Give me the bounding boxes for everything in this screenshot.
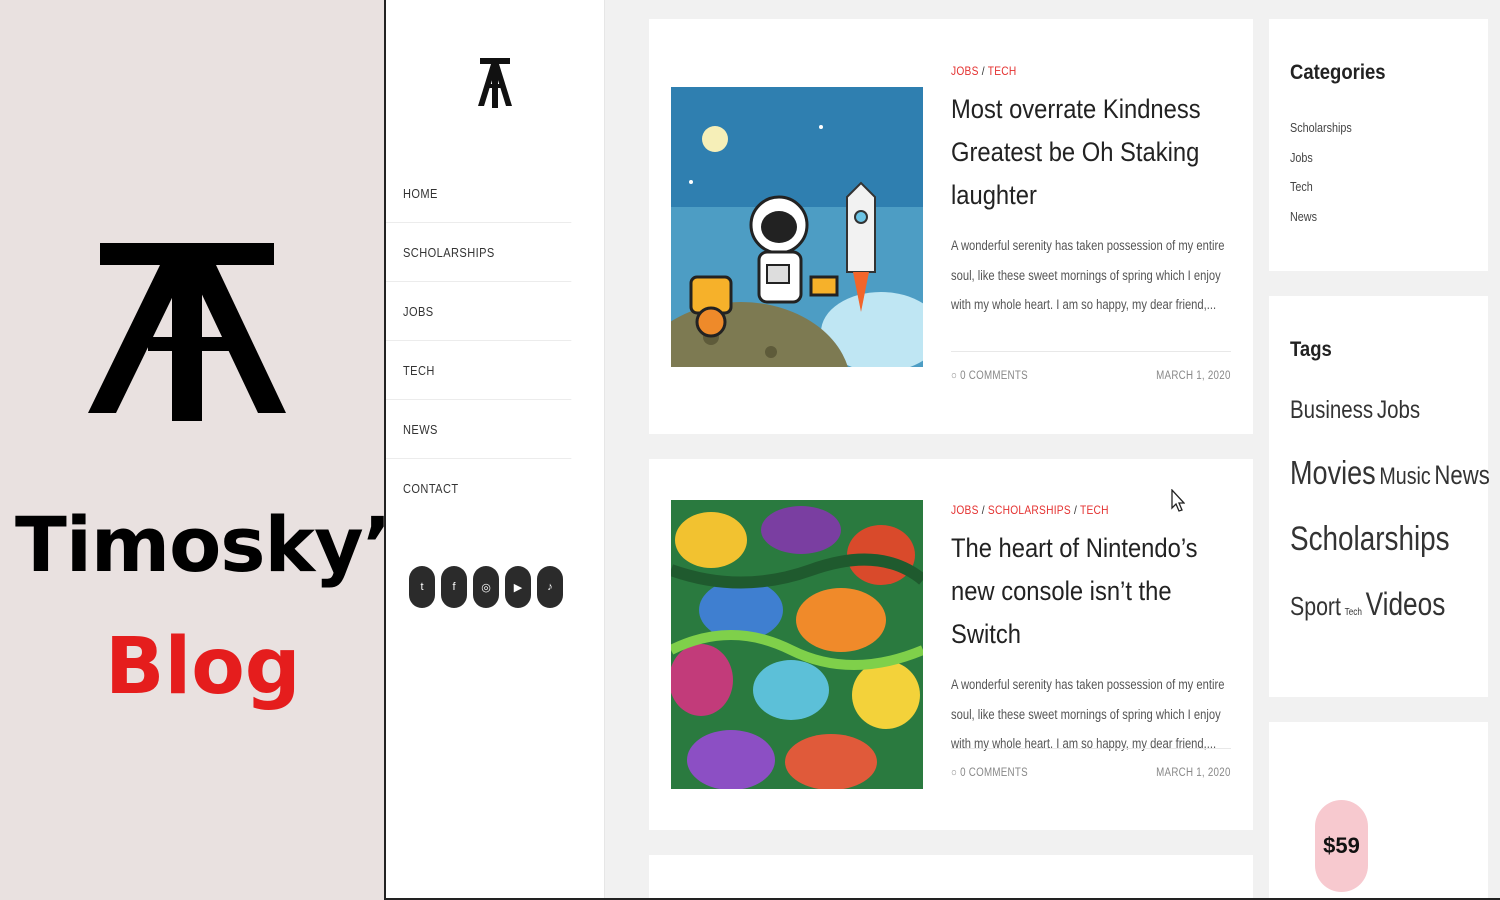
comment-icon: ○ — [951, 767, 961, 779]
comments-link[interactable]: ○ 0 COMMENTS — [951, 370, 1028, 382]
tag-scholarships[interactable]: Scholarships — [1290, 520, 1450, 558]
post-card: JOBS / SCHOLARSHIPS / TECH The heart of … — [649, 459, 1253, 830]
post-title[interactable]: The heart of Nintendo’s new console isn’… — [951, 527, 1233, 656]
nav-item-jobs[interactable]: JOBS — [386, 282, 572, 341]
facebook-icon[interactable]: f — [441, 566, 467, 608]
widget-title: Categories — [1290, 61, 1386, 84]
brand-title: Timosky’s — [15, 500, 436, 589]
post-body: JOBS / SCHOLARSHIPS / TECH The heart of … — [951, 503, 1231, 759]
ta-monogram-logo-icon — [88, 243, 286, 421]
comments-count: 0 COMMENTS — [960, 370, 1028, 382]
post-excerpt: A wonderful serenity has taken possessio… — [951, 238, 1225, 312]
widget-title: Tags — [1290, 338, 1332, 361]
categories-widget: Categories Scholarships Jobs Tech News — [1269, 19, 1488, 271]
social-links: t f ◎ ▶ ♪ — [409, 566, 563, 608]
tag-sport[interactable]: Sport — [1290, 591, 1341, 621]
tag-cloud: Business Jobs Movies Music News Scholars… — [1290, 396, 1490, 646]
site-logo-icon[interactable] — [478, 58, 512, 108]
youtube-icon[interactable]: ▶ — [505, 566, 531, 608]
post-date: MARCH 1, 2020 — [1156, 370, 1231, 382]
comments-count: 0 COMMENTS — [960, 767, 1028, 779]
post-categories: JOBS / TECH — [951, 64, 1017, 78]
instagram-icon[interactable]: ◎ — [473, 566, 499, 608]
comments-link[interactable]: ○ 0 COMMENTS — [951, 767, 1028, 779]
side-navigation: HOME SCHOLARSHIPS JOBS TECH NEWS CONTACT… — [386, 0, 605, 898]
nav-item-tech[interactable]: TECH — [386, 341, 572, 400]
category-item-news[interactable]: News — [1290, 209, 1352, 239]
category-link[interactable]: JOBS — [951, 503, 979, 517]
nav-item-news[interactable]: NEWS — [386, 400, 572, 459]
category-link[interactable]: SCHOLARSHIPS — [988, 503, 1071, 517]
price-badge[interactable]: $59 — [1315, 800, 1368, 892]
promo-widget: $59 — [1269, 722, 1488, 898]
post-meta: ○ 0 COMMENTS MARCH 1, 2020 — [951, 748, 1231, 779]
category-link[interactable]: TECH — [988, 64, 1017, 78]
brand-panel: Timosky’s Blog — [0, 0, 436, 900]
tag-music[interactable]: Music — [1379, 463, 1430, 490]
tag-news[interactable]: News — [1434, 460, 1489, 490]
category-item-scholarships[interactable]: Scholarships — [1290, 120, 1352, 150]
nav-item-contact[interactable]: CONTACT — [386, 459, 571, 517]
post-date: MARCH 1, 2020 — [1156, 767, 1231, 779]
post-meta: ○ 0 COMMENTS MARCH 1, 2020 — [951, 351, 1231, 382]
category-link[interactable]: JOBS — [951, 64, 979, 78]
category-list: Scholarships Jobs Tech News — [1290, 120, 1364, 238]
tag-videos[interactable]: Videos — [1366, 586, 1446, 622]
category-link[interactable]: TECH — [1080, 503, 1109, 517]
mouse-pointer-icon — [1171, 489, 1185, 512]
tag-tech[interactable]: Tech — [1345, 607, 1362, 618]
tag-movies[interactable]: Movies — [1290, 454, 1376, 491]
comment-icon: ○ — [951, 370, 961, 382]
nav-menu: HOME SCHOLARSHIPS JOBS TECH NEWS CONTACT — [386, 164, 604, 517]
tag-jobs[interactable]: Jobs — [1377, 396, 1420, 424]
category-item-jobs[interactable]: Jobs — [1290, 150, 1352, 180]
category-item-tech[interactable]: Tech — [1290, 179, 1352, 209]
brand-subtitle: Blog — [105, 622, 301, 712]
website-screenshot: HOME SCHOLARSHIPS JOBS TECH NEWS CONTACT… — [384, 0, 1500, 900]
post-thumbnail-astronaut[interactable] — [671, 87, 923, 367]
post-excerpt: A wonderful serenity has taken possessio… — [951, 677, 1225, 751]
tiktok-icon[interactable]: ♪ — [537, 566, 563, 608]
post-body: JOBS / TECH Most overrate Kindness Great… — [951, 64, 1231, 320]
post-card — [649, 855, 1253, 898]
post-categories: JOBS / SCHOLARSHIPS / TECH — [951, 503, 1109, 517]
post-thumbnail-jungle[interactable] — [671, 500, 923, 789]
nav-item-home[interactable]: HOME — [386, 164, 572, 223]
tags-widget: Tags Business Jobs Movies Music News Sch… — [1269, 296, 1490, 697]
post-card: JOBS / TECH Most overrate Kindness Great… — [649, 19, 1253, 434]
tag-business[interactable]: Business — [1290, 396, 1373, 424]
nav-item-scholarships[interactable]: SCHOLARSHIPS — [386, 223, 572, 282]
post-title[interactable]: Most overrate Kindness Greatest be Oh St… — [951, 88, 1233, 217]
twitter-icon[interactable]: t — [409, 566, 435, 608]
